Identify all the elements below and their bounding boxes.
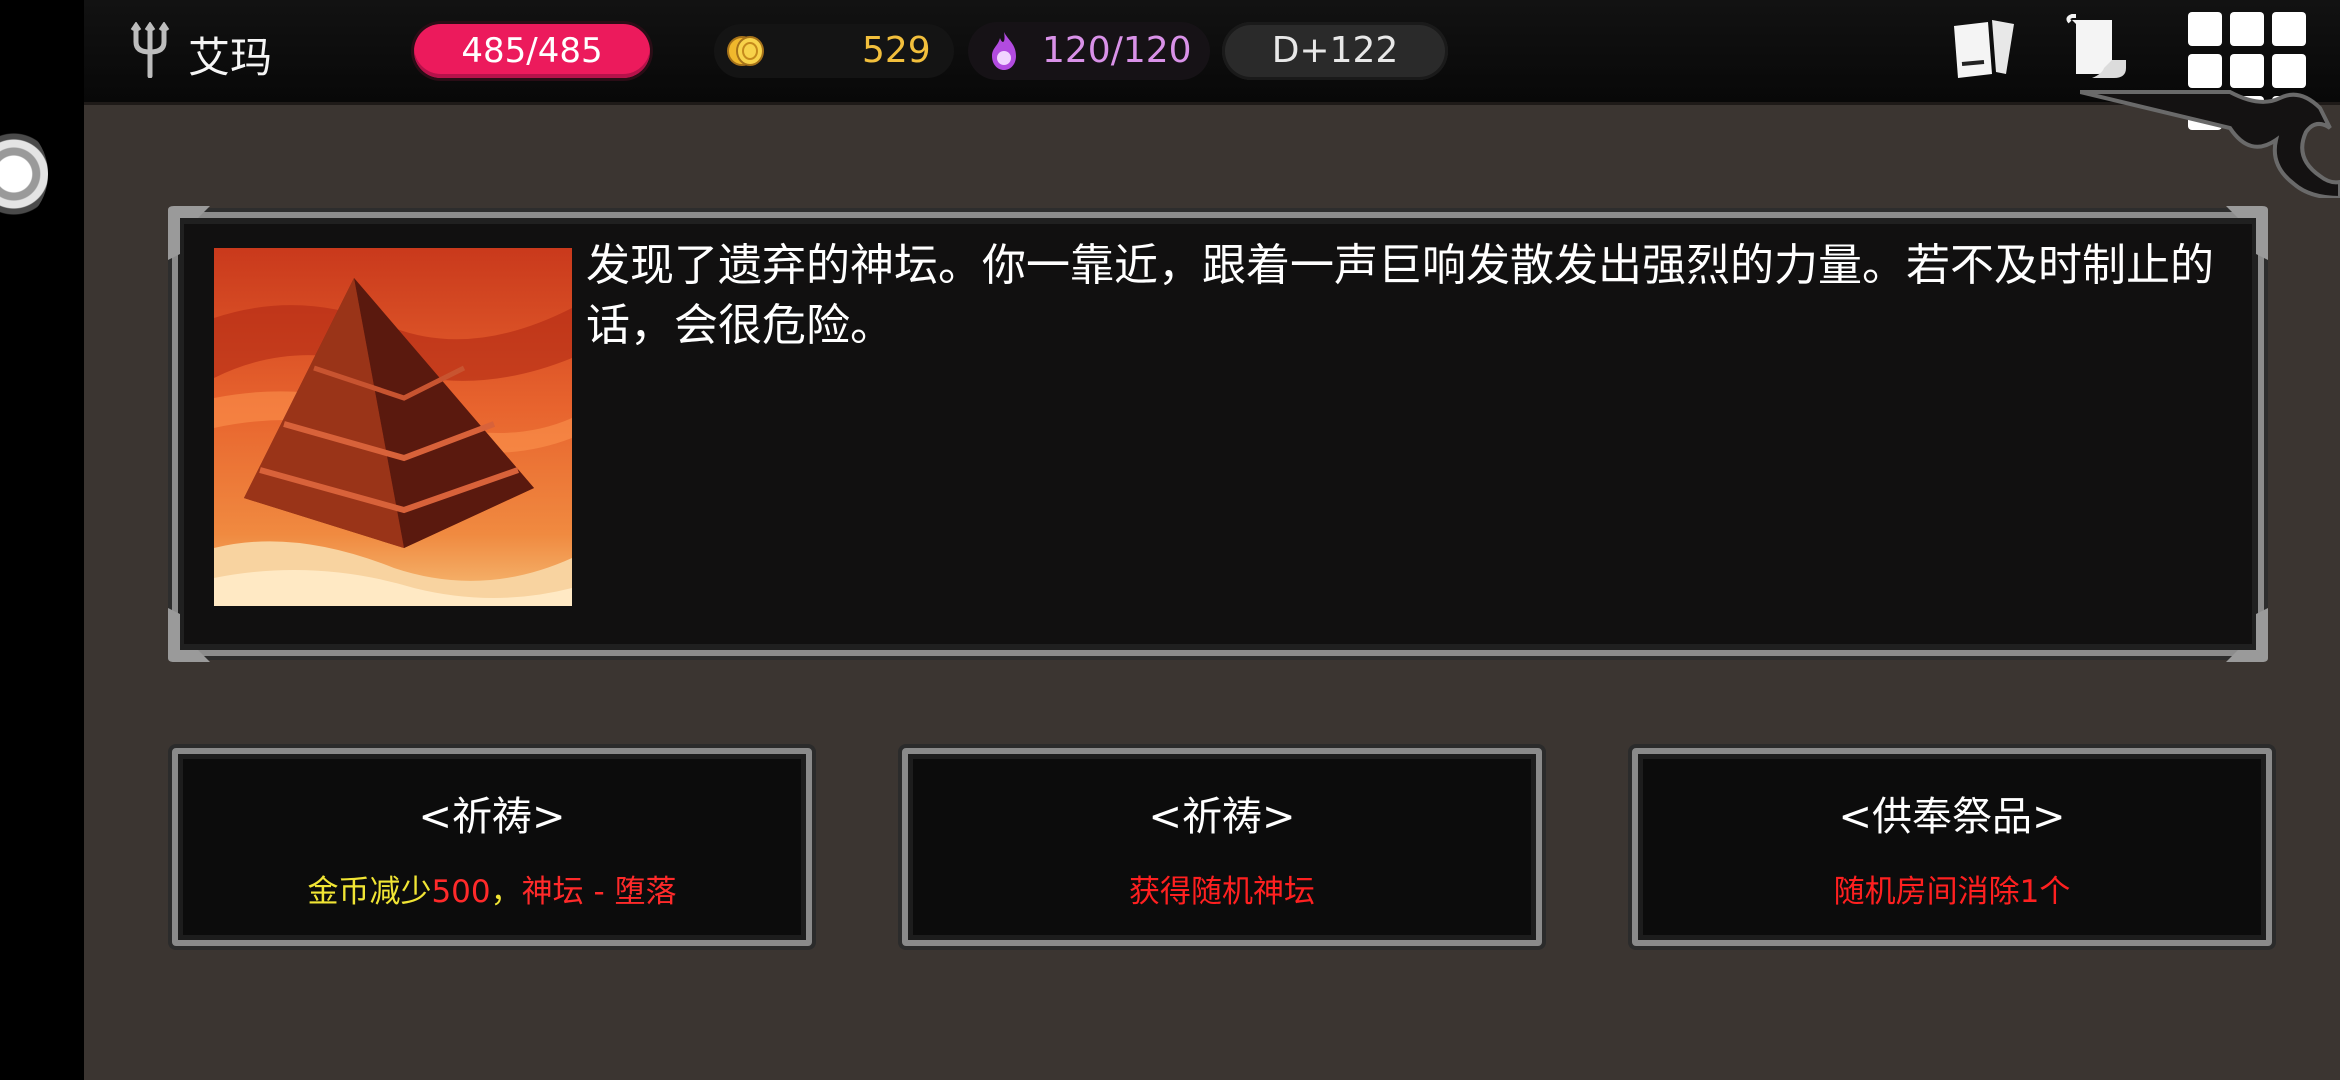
grid-cell <box>2272 12 2306 46</box>
grid-cell <box>2272 54 2306 88</box>
card-deck-icon[interactable] <box>1948 16 2018 80</box>
purple-soul-flame-icon <box>992 32 1016 70</box>
panel-corner-ornament <box>2226 206 2268 260</box>
choice-offer-sacrifice[interactable]: <供奉祭品> 随机房间消除1个 <box>1632 748 2272 946</box>
effect-comma: ， <box>490 874 522 910</box>
pyramid-altar-illustration <box>214 248 572 606</box>
character-name: 艾玛 <box>188 33 273 82</box>
grid-cell <box>2188 12 2222 46</box>
choice-effect: 获得随机神坛 <box>1129 874 1315 910</box>
hp-bar: 485/485 <box>414 24 650 78</box>
gold-coin-icon <box>727 36 764 66</box>
choice-title: <供奉祭品> <box>1838 794 2066 840</box>
effect-amount: 500 <box>431 874 491 910</box>
choice-title: <祈祷> <box>418 794 566 840</box>
trident-icon <box>130 22 170 78</box>
soul-value: 120/120 <box>1042 30 1192 71</box>
effect-altar-fall: 神坛 - 堕落 <box>521 874 677 910</box>
corner-ornament <box>2080 90 2340 198</box>
panel-corner-ornament <box>168 206 210 260</box>
panel-corner-ornament <box>2226 608 2268 662</box>
event-description: 发现了遗弃的神坛。你一靠近，跟着一声巨响发散发出强烈的力量。若不及时制止的话，会… <box>586 240 2214 351</box>
choice-effect: 金币减少500，神坛 - 堕落 <box>178 866 806 911</box>
grid-cell <box>2230 54 2264 88</box>
choice-pray-gold[interactable]: <祈祷> 金币减少500，神坛 - 堕落 <box>172 748 812 946</box>
effect-gold-decrease: 金币减少 <box>307 874 432 910</box>
scroll-map-icon[interactable] <box>2062 14 2134 82</box>
day-counter: D+122 <box>1222 22 1448 80</box>
choice-effect: 随机房间消除1个 <box>1833 874 2071 910</box>
panel-corner-ornament <box>168 608 210 662</box>
grid-cell <box>2230 12 2264 46</box>
choice-pray-random-altar[interactable]: <祈祷> 获得随机神坛 <box>902 748 1542 946</box>
grid-cell <box>2188 54 2222 88</box>
choice-title: <祈祷> <box>1148 794 1296 840</box>
gold-value: 529 <box>862 30 931 71</box>
